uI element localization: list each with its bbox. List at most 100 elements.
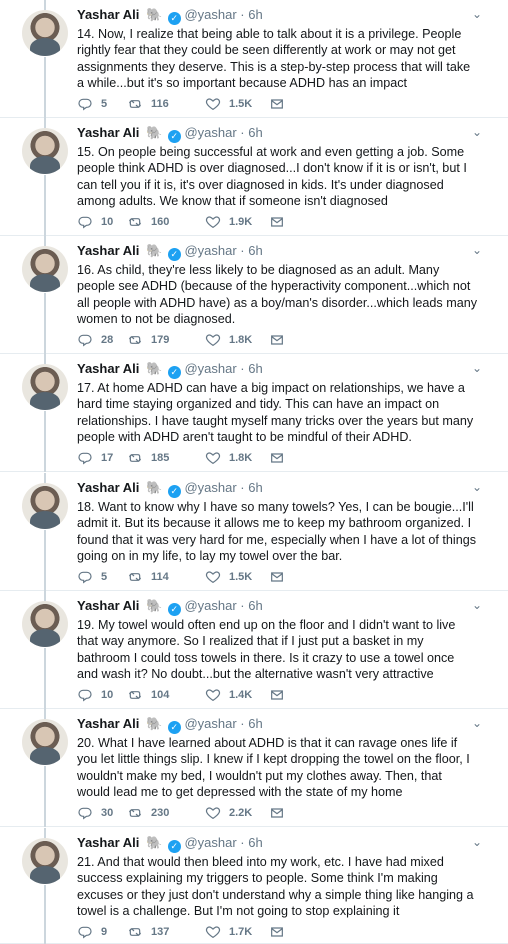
avatar[interactable] [22, 128, 68, 174]
direct-message-button[interactable] [269, 95, 293, 113]
timestamp[interactable]: 6h [248, 716, 262, 731]
user-handle[interactable]: @yashar [184, 480, 236, 495]
direct-message-button[interactable] [269, 213, 293, 231]
reply-button[interactable]: 30 [77, 804, 113, 822]
display-name[interactable]: Yashar Ali [77, 716, 139, 731]
direct-message-button[interactable] [269, 331, 293, 349]
chevron-down-icon[interactable]: ⌄ [472, 598, 482, 612]
like-count: 1.4K [229, 689, 253, 701]
thread-line-bottom [44, 648, 46, 709]
tweet-8[interactable]: Yashar Ali 🐘 ✓ @yashar · 6h ⌄ 21. And th… [0, 828, 508, 944]
direct-message-icon [269, 924, 285, 940]
retweet-icon [127, 332, 143, 348]
direct-message-button[interactable] [269, 804, 293, 822]
tweet-5[interactable]: Yashar Ali 🐘 ✓ @yashar · 6h ⌄ 18. Want t… [0, 473, 508, 591]
display-name[interactable]: Yashar Ali [77, 243, 139, 258]
user-handle[interactable]: @yashar [184, 835, 236, 850]
tweet-2[interactable]: Yashar Ali 🐘 ✓ @yashar · 6h ⌄ 15. On peo… [0, 118, 508, 236]
tweet-7[interactable]: Yashar Ali 🐘 ✓ @yashar · 6h ⌄ 20. What I… [0, 709, 508, 827]
chevron-down-icon[interactable]: ⌄ [472, 243, 482, 257]
chevron-down-icon[interactable]: ⌄ [472, 716, 482, 730]
user-handle[interactable]: @yashar [184, 361, 236, 376]
direct-message-button[interactable] [269, 449, 293, 467]
avatar[interactable] [22, 364, 68, 410]
timestamp[interactable]: 6h [248, 835, 262, 850]
reply-button[interactable]: 28 [77, 331, 113, 349]
retweet-button[interactable]: 114 [127, 568, 169, 586]
verified-badge-icon: ✓ [167, 366, 181, 379]
chevron-down-icon[interactable]: ⌄ [472, 835, 482, 849]
retweet-button[interactable]: 185 [127, 449, 169, 467]
thread-line-top [44, 591, 46, 601]
retweet-icon [127, 96, 143, 112]
like-button[interactable]: 1.5K [205, 568, 252, 586]
chevron-down-icon[interactable]: ⌄ [472, 7, 482, 21]
tweet-4[interactable]: Yashar Ali 🐘 ✓ @yashar · 6h ⌄ 17. At hom… [0, 354, 508, 472]
like-button[interactable]: 1.8K [205, 449, 252, 467]
reply-button[interactable]: 10 [77, 213, 113, 231]
timestamp[interactable]: 6h [248, 361, 262, 376]
avatar[interactable] [22, 10, 68, 56]
elephant-emoji-icon: 🐘 [146, 243, 163, 258]
timestamp[interactable]: 6h [248, 598, 262, 613]
like-count: 1.5K [229, 571, 253, 583]
like-button[interactable]: 1.4K [205, 686, 252, 704]
retweet-button[interactable]: 179 [127, 331, 169, 349]
separator-dot: · [240, 716, 245, 731]
retweet-button[interactable]: 104 [127, 686, 169, 704]
user-handle[interactable]: @yashar [184, 243, 236, 258]
like-button[interactable]: 2.2K [205, 804, 252, 822]
chevron-down-icon[interactable]: ⌄ [472, 480, 482, 494]
reply-button[interactable]: 10 [77, 686, 113, 704]
display-name[interactable]: Yashar Ali [77, 598, 139, 613]
reply-button[interactable]: 17 [77, 449, 113, 467]
user-handle[interactable]: @yashar [184, 7, 236, 22]
reply-button[interactable]: 5 [77, 568, 107, 586]
tweet-6[interactable]: Yashar Ali 🐘 ✓ @yashar · 6h ⌄ 19. My tow… [0, 591, 508, 709]
direct-message-button[interactable] [269, 568, 293, 586]
like-button[interactable]: 1.8K [205, 331, 252, 349]
chevron-down-icon[interactable]: ⌄ [472, 361, 482, 375]
direct-message-button[interactable] [269, 923, 293, 941]
display-name[interactable]: Yashar Ali [77, 7, 139, 22]
avatar[interactable] [22, 838, 68, 884]
avatar[interactable] [22, 719, 68, 765]
reply-button[interactable]: 9 [77, 923, 107, 941]
tweet-thread: Yashar Ali 🐘 ✓ @yashar · 6h ⌄ 14. Now, I… [0, 0, 508, 944]
like-button[interactable]: 1.9K [205, 213, 252, 231]
tweet-1[interactable]: Yashar Ali 🐘 ✓ @yashar · 6h ⌄ 14. Now, I… [0, 0, 508, 118]
retweet-button[interactable]: 230 [127, 804, 169, 822]
avatar[interactable] [22, 483, 68, 529]
chevron-down-icon[interactable]: ⌄ [472, 125, 482, 139]
display-name[interactable]: Yashar Ali [77, 361, 139, 376]
retweet-button[interactable]: 137 [127, 923, 169, 941]
tweet-3[interactable]: Yashar Ali 🐘 ✓ @yashar · 6h ⌄ 16. As chi… [0, 236, 508, 354]
timestamp[interactable]: 6h [248, 7, 262, 22]
timestamp[interactable]: 6h [248, 125, 262, 140]
avatar[interactable] [22, 601, 68, 647]
display-name[interactable]: Yashar Ali [77, 480, 139, 495]
user-handle[interactable]: @yashar [184, 125, 236, 140]
like-button[interactable]: 1.5K [205, 95, 252, 113]
user-handle[interactable]: @yashar [184, 716, 236, 731]
reply-button[interactable]: 5 [77, 95, 107, 113]
user-handle[interactable]: @yashar [184, 598, 236, 613]
tweet-actions: 30 230 2.2K [77, 804, 337, 822]
like-button[interactable]: 1.7K [205, 923, 252, 941]
retweet-button[interactable]: 116 [127, 95, 169, 113]
retweet-count: 137 [151, 926, 170, 938]
direct-message-button[interactable] [269, 686, 293, 704]
display-name[interactable]: Yashar Ali [77, 125, 139, 140]
retweet-count: 185 [151, 452, 170, 464]
heart-icon [205, 805, 221, 821]
verified-badge-icon: ✓ [167, 248, 181, 261]
retweet-count: 160 [151, 216, 170, 228]
avatar[interactable] [22, 246, 68, 292]
timestamp[interactable]: 6h [248, 243, 262, 258]
heart-icon [205, 96, 221, 112]
timestamp[interactable]: 6h [248, 480, 262, 495]
display-name[interactable]: Yashar Ali [77, 835, 139, 850]
tweet-header: Yashar Ali 🐘 ✓ @yashar · 6h ⌄ [77, 7, 487, 25]
elephant-emoji-icon: 🐘 [146, 835, 163, 850]
retweet-button[interactable]: 160 [127, 213, 169, 231]
